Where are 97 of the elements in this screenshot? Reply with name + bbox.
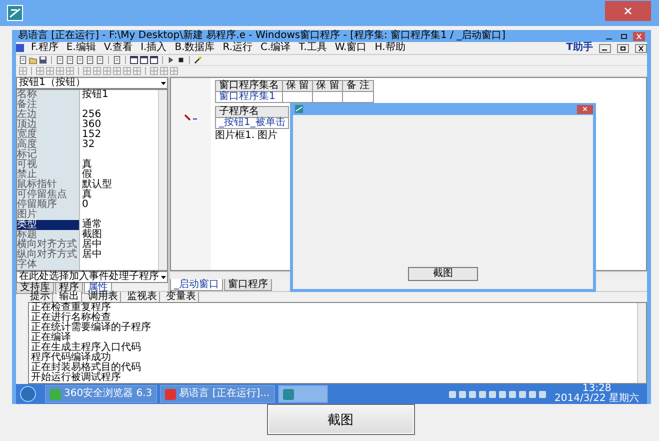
- menu-item[interactable]: T.工具: [298, 43, 328, 53]
- screenshot-button[interactable]: 截图: [408, 267, 478, 281]
- caret-icon: [160, 80, 167, 86]
- app-icon: [295, 105, 303, 113]
- output-line: 正在统计需要编译的子程序: [31, 323, 152, 333]
- property-name[interactable]: 纵向对齐方式: [17, 250, 79, 260]
- column-header: 子程序名: [216, 106, 289, 118]
- object-dropdown[interactable]: 按钮1（按钮）: [16, 77, 168, 89]
- editor-tab[interactable]: _启动窗口: [170, 279, 223, 291]
- property-name[interactable]: 顶边: [17, 120, 79, 130]
- menu-item[interactable]: B.数据库: [174, 43, 216, 53]
- grid-icon[interactable]: [170, 67, 178, 75]
- screenshot-button[interactable]: 截图: [266, 404, 414, 435]
- menu-item[interactable]: I.插入: [140, 43, 168, 53]
- property-name[interactable]: 横向对齐方式: [17, 240, 79, 250]
- taskbar-item[interactable]: [278, 385, 328, 403]
- property-name[interactable]: 类型: [17, 220, 79, 230]
- column-header: 保 留: [312, 80, 343, 92]
- property-name[interactable]: 备注: [17, 100, 79, 110]
- minimize-icon[interactable]: [599, 44, 611, 52]
- close-button[interactable]: [577, 104, 593, 114]
- play-icon[interactable]: [167, 56, 175, 64]
- output-line: 正在编译: [31, 333, 71, 343]
- window-title: 易语言 [正在运行] - F:\My Desktop\新建 易程序.e - Windows窗口程序 - [程序集: 窗口程序集1 / _启动窗口]: [17, 31, 506, 41]
- menu-item[interactable]: V.查看: [102, 43, 134, 53]
- property-name[interactable]: 禁止: [17, 170, 79, 180]
- grid-icon[interactable]: [103, 67, 111, 75]
- property-name[interactable]: 图片: [17, 210, 79, 220]
- property-name[interactable]: 字体: [17, 260, 79, 270]
- close-button[interactable]: [605, 1, 651, 21]
- menu-item[interactable]: C.编译: [260, 43, 292, 53]
- output-line: 正在封装易格式目的代码: [31, 363, 142, 373]
- page-icon[interactable]: [19, 56, 27, 64]
- property-name[interactable]: 可视: [17, 160, 79, 170]
- scrollbar[interactable]: [637, 303, 646, 383]
- close-icon[interactable]: [635, 44, 647, 52]
- app-icon: [50, 388, 61, 400]
- close-icon: [582, 106, 588, 112]
- close-icon: [623, 6, 633, 16]
- align-icon[interactable]: [56, 67, 64, 75]
- table-cell: 窗口程序集1: [216, 92, 282, 102]
- align-icon[interactable]: [19, 67, 27, 75]
- restore-icon[interactable]: [617, 44, 629, 52]
- table-cell: _按钮1_被单击: [216, 118, 289, 128]
- restore-icon[interactable]: [618, 32, 630, 40]
- menu-item[interactable]: F.程序: [30, 43, 60, 53]
- grid-icon[interactable]: [150, 67, 158, 75]
- grid-icon[interactable]: [123, 67, 131, 75]
- app-icon: [165, 388, 176, 400]
- property-name[interactable]: 标记: [17, 150, 79, 160]
- menu-item[interactable]: W.窗口: [334, 43, 368, 53]
- caret-icon: [160, 274, 167, 280]
- output-line: 程序代码编译成功: [31, 353, 112, 363]
- menu-item[interactable]: R.运行: [222, 43, 254, 53]
- align-icon[interactable]: [46, 67, 54, 75]
- event-dropdown[interactable]: 在此处选择加入事件处理子程序: [16, 271, 168, 283]
- property-name[interactable]: 宽度: [17, 130, 79, 140]
- property-name[interactable]: 名称: [17, 90, 79, 100]
- output-line: 正在检查重复程序: [31, 303, 112, 313]
- align-icon[interactable]: [36, 67, 44, 75]
- clock-date: 2014/3/22 星期六: [554, 394, 639, 404]
- output-line: 正在生成主程序入口代码: [31, 343, 142, 353]
- property-name[interactable]: 可停留焦点: [17, 190, 79, 200]
- grid-icon[interactable]: [133, 67, 141, 75]
- column-header: 窗口程序集名: [216, 80, 282, 92]
- app-icon: [7, 5, 23, 21]
- clock-time: 13:28: [582, 384, 612, 394]
- property-name[interactable]: 停留顺序: [17, 200, 79, 210]
- column-header: 备 注: [342, 80, 374, 92]
- app-icon: [282, 388, 294, 400]
- property-name[interactable]: 左边: [17, 110, 79, 120]
- folder-icon[interactable]: [29, 56, 37, 64]
- window-icon[interactable]: [140, 56, 148, 64]
- window-icon[interactable]: [130, 56, 138, 64]
- column-header: 保 留: [282, 80, 313, 92]
- menu-item[interactable]: H.帮助: [374, 43, 406, 53]
- assistant-label[interactable]: T助手: [566, 43, 593, 53]
- window-icon[interactable]: [150, 56, 158, 64]
- marker-icon: [184, 114, 198, 122]
- align-icon[interactable]: [66, 67, 74, 75]
- property-name[interactable]: 标题: [17, 230, 79, 240]
- wand-icon[interactable]: [194, 56, 202, 64]
- editor-tab[interactable]: 窗口程序: [224, 279, 272, 291]
- output-tab[interactable]: 输出: [57, 292, 82, 302]
- start-button[interactable]: [20, 386, 36, 402]
- menu-item[interactable]: E.编辑: [65, 43, 97, 53]
- scrollbar[interactable]: [158, 90, 167, 270]
- stop-icon[interactable]: [177, 56, 185, 64]
- property-name[interactable]: 鼠标指针: [17, 180, 79, 190]
- output-line: 开始运行被调试程序: [31, 373, 122, 383]
- grid-icon[interactable]: [93, 67, 101, 75]
- grid-icon[interactable]: [160, 67, 168, 75]
- property-name[interactable]: 高度: [17, 140, 79, 150]
- grid-icon[interactable]: [83, 67, 91, 75]
- code-line: 图片框1. 图片: [215, 131, 279, 141]
- output-line: 正在进行名称检查: [31, 313, 112, 323]
- grid-icon[interactable]: [113, 67, 121, 75]
